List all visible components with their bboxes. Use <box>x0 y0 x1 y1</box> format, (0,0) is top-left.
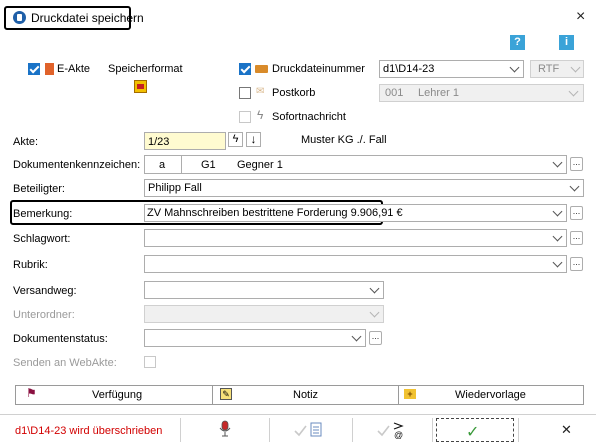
chevron-down-icon <box>570 62 581 73</box>
eakte-icon <box>45 63 54 75</box>
postkorb-user: Lehrer 1 <box>418 87 459 99</box>
folder-icon <box>255 65 268 73</box>
app-icon <box>13 11 26 24</box>
postkorb-label: Postkorb <box>272 87 316 99</box>
beteiligter-combo[interactable]: Philipp Fall <box>144 179 584 197</box>
footer-separator <box>432 418 433 442</box>
bemerkung-label: Bemerkung: <box>13 208 73 220</box>
webakte-checkbox[interactable] <box>144 356 156 368</box>
chevron-down-icon <box>369 307 380 318</box>
akte-label: Akte: <box>13 136 39 148</box>
sign-email-icon: @ <box>377 422 404 439</box>
flag-icon: ⚑ <box>26 386 37 400</box>
postkorb-number: 001 <box>385 87 404 99</box>
help-icon[interactable]: ? <box>510 35 525 50</box>
sofortnachricht-label: Sofortnachricht <box>272 111 346 123</box>
status-text: d1\D14-23 wird überschrieben <box>15 425 163 437</box>
chevron-down-icon <box>351 331 362 342</box>
chevron-down-icon <box>552 157 563 168</box>
format-value: RTF <box>538 63 560 75</box>
microphone-icon <box>219 420 231 437</box>
doc-more-button[interactable]: ... <box>570 157 583 171</box>
postkorb-checkbox[interactable] <box>239 87 251 99</box>
dokumentenstatus-combo[interactable] <box>144 329 366 347</box>
rubrik-combo[interactable] <box>144 255 567 273</box>
versandweg-combo[interactable] <box>144 281 384 299</box>
sign-document-icon <box>294 422 322 437</box>
chevron-down-icon <box>509 62 520 73</box>
rubrik-label: Rubrik: <box>13 259 48 271</box>
unterordner-label: Unterordner: <box>13 309 75 321</box>
sign-email-button[interactable]: @ <box>353 416 432 443</box>
dokumentenstatus-label: Dokumentenstatus: <box>13 333 108 345</box>
wiedervorlage-icon: + <box>404 389 416 399</box>
notiz-label: Notiz <box>293 389 319 401</box>
druckdateinummer-value: d1\D14-23 <box>383 63 435 75</box>
format-combo[interactable]: RTF <box>530 60 584 78</box>
doc-g: G1 <box>201 159 216 171</box>
info-icon[interactable]: i <box>559 35 574 50</box>
beteiligter-label: Beteiligter: <box>13 183 65 195</box>
verfuegung-label: Verfügung <box>92 389 143 401</box>
checkmark-icon: ✓ <box>466 424 480 441</box>
unterordner-combo[interactable] <box>144 305 384 323</box>
chevron-down-icon <box>552 257 563 268</box>
eakte-checkbox[interactable] <box>28 63 40 75</box>
versandweg-label: Versandweg: <box>13 285 77 297</box>
bemerkung-combo[interactable]: ZV Mahnschreiben bestrittene Forderung 9… <box>144 204 567 222</box>
wiedervorlage-button[interactable]: + Wiedervorlage <box>399 385 584 405</box>
verfuegung-button[interactable]: ⚑ Verfügung <box>15 385 212 405</box>
notiz-button[interactable]: ✎ Notiz <box>213 385 398 405</box>
ok-button[interactable]: ✓ <box>436 418 514 442</box>
doc-code: a <box>159 159 166 171</box>
postkorb-icon: ✉ <box>256 86 265 97</box>
close-icon[interactable]: × <box>576 9 585 25</box>
notiz-icon: ✎ <box>220 388 232 400</box>
footer-divider <box>0 414 596 415</box>
druckdateinummer-checkbox[interactable] <box>239 63 251 75</box>
eakte-label: E-Akte <box>57 63 91 75</box>
wiedervorlage-label: Wiedervorlage <box>455 389 526 401</box>
sign-document-button[interactable] <box>270 416 352 443</box>
speicherformat-label: Speicherformat <box>108 63 183 75</box>
beteiligter-value: Philipp Fall <box>148 182 202 194</box>
doc-label: Dokumentenkennzeichen: <box>13 159 141 171</box>
akte-name: Muster KG ./. Fall <box>301 134 387 146</box>
cancel-icon: ✕ <box>561 422 572 437</box>
doc-name: Gegner 1 <box>237 159 283 171</box>
arrow-down-button[interactable]: ↓ <box>246 132 261 147</box>
postkorb-combo[interactable]: 001 Lehrer 1 <box>379 84 584 102</box>
bemerkung-value: ZV Mahnschreiben bestrittene Forderung 9… <box>147 207 403 219</box>
lightning-icon: ϟ <box>257 108 264 122</box>
bemerkung-more-button[interactable]: ... <box>570 206 583 220</box>
webakte-label: Senden an WebAkte: <box>13 357 117 369</box>
schlagwort-more-button[interactable]: ... <box>570 231 583 245</box>
sofortnachricht-checkbox[interactable] <box>239 111 251 123</box>
svg-text:@: @ <box>394 430 403 439</box>
cancel-button[interactable]: ✕ <box>519 416 596 443</box>
chevron-down-icon <box>568 86 579 97</box>
druckdateinummer-combo[interactable]: d1\D14-23 <box>379 60 524 78</box>
window-title: Druckdatei speichern <box>31 11 144 25</box>
format-icon[interactable] <box>134 80 147 93</box>
akte-value: 1/23 <box>148 136 170 148</box>
druckdateinummer-label: Druckdateinummer <box>272 63 365 75</box>
chevron-down-icon <box>569 181 580 192</box>
record-button[interactable] <box>181 416 269 443</box>
dokumentenstatus-more-button[interactable]: ... <box>369 331 382 345</box>
chevron-down-icon <box>369 283 380 294</box>
akte-input[interactable]: 1/23 <box>144 132 226 150</box>
doc-combo[interactable]: a G1 Gegner 1 <box>144 155 567 174</box>
rubrik-more-button[interactable]: ... <box>570 257 583 271</box>
schlagwort-combo[interactable] <box>144 229 567 247</box>
chevron-down-icon <box>552 231 563 242</box>
chevron-down-icon <box>552 206 563 217</box>
schlagwort-label: Schlagwort: <box>13 233 71 245</box>
lightning-button[interactable]: ϟ <box>228 132 243 147</box>
